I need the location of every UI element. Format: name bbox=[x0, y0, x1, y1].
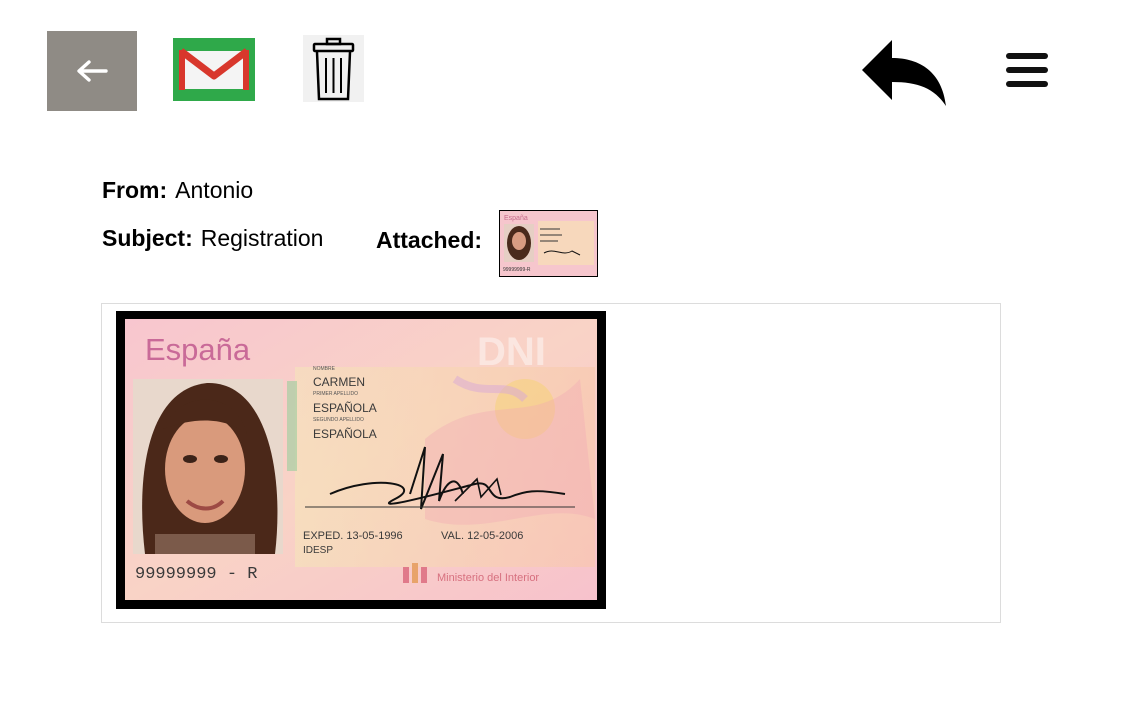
subject-value: Registration bbox=[200, 225, 324, 251]
id-number: 99999999 - R bbox=[135, 565, 257, 584]
id-card-image[interactable]: DNI España NOMBRE CARMEN PRIMER APELLIDO… bbox=[125, 319, 597, 600]
id-name-label: NOMBRE bbox=[313, 366, 336, 372]
attachment-thumbnail[interactable]: España 99999999-R bbox=[499, 210, 598, 277]
thumb-number: 99999999-R bbox=[503, 267, 531, 273]
id-surname1-label: PRIMER APELLIDO bbox=[313, 391, 358, 397]
thumb-country: España bbox=[504, 215, 528, 222]
id-surname2-label: SEGUNDO APELLIDO bbox=[313, 417, 364, 423]
gmail-icon bbox=[178, 48, 250, 90]
menu-button[interactable] bbox=[1004, 50, 1050, 90]
subject-label: Subject: bbox=[102, 225, 193, 251]
reply-icon bbox=[862, 40, 946, 106]
delete-button[interactable] bbox=[303, 35, 364, 102]
id-name: CARMEN bbox=[313, 375, 365, 389]
attached-label: Attached: bbox=[376, 227, 483, 253]
from-value: Antonio bbox=[175, 177, 254, 203]
attached-row: Attached: bbox=[376, 227, 482, 254]
id-expedition: EXPED. 13-05-1996 bbox=[303, 530, 403, 542]
subject-row: Subject: Registration bbox=[102, 225, 323, 252]
id-card-country: España bbox=[145, 332, 251, 367]
id-surname1: ESPAÑOLA bbox=[313, 401, 377, 415]
from-row: From: Antonio bbox=[102, 177, 253, 204]
trash-icon bbox=[312, 37, 355, 101]
id-idesp: IDESP bbox=[303, 545, 333, 556]
menu-icon bbox=[1006, 53, 1048, 87]
back-arrow-icon bbox=[77, 60, 108, 82]
id-validity: VAL. 12-05-2006 bbox=[441, 530, 523, 542]
reply-button[interactable] bbox=[858, 36, 950, 108]
id-issuer: Ministerio del Interior bbox=[437, 572, 539, 584]
gmail-button[interactable] bbox=[173, 38, 255, 101]
back-button[interactable] bbox=[47, 31, 137, 111]
id-card-watermark: DNI bbox=[477, 330, 546, 374]
id-surname2: ESPAÑOLA bbox=[313, 427, 377, 441]
from-label: From: bbox=[102, 177, 168, 203]
